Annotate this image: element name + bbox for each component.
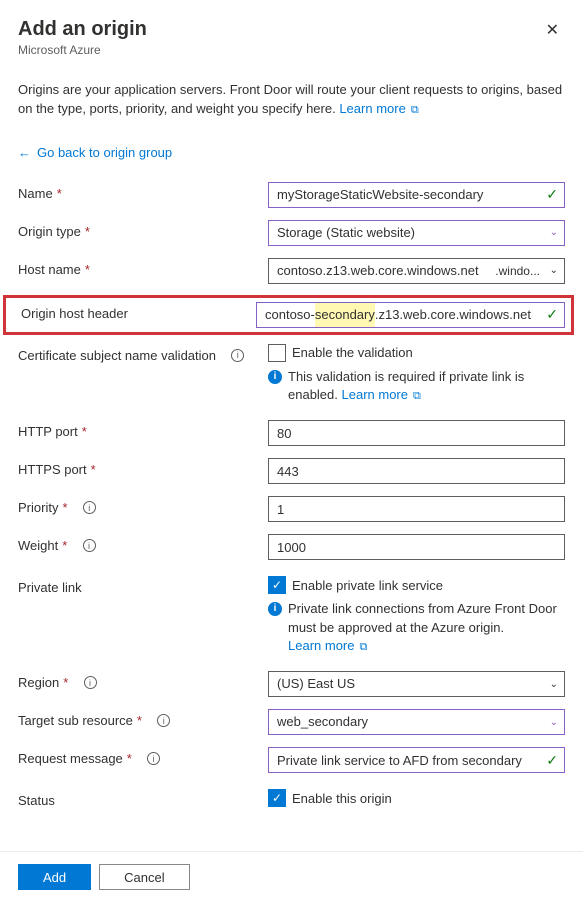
weight-label: Weight bbox=[18, 538, 58, 553]
close-icon[interactable]: ✕ bbox=[540, 18, 565, 42]
description-text: Origins are your application servers. Fr… bbox=[18, 81, 565, 119]
info-icon[interactable]: i bbox=[157, 714, 170, 727]
origin-type-label: Origin type bbox=[18, 224, 81, 239]
enable-private-link-label: Enable private link service bbox=[292, 578, 443, 593]
name-label: Name bbox=[18, 186, 53, 201]
learn-more-link[interactable]: Learn more ⧉ bbox=[339, 101, 418, 116]
arrow-left-icon: ← bbox=[18, 145, 31, 160]
cancel-button[interactable]: Cancel bbox=[99, 864, 189, 890]
origin-type-select[interactable]: Storage (Static website) ⌄ bbox=[268, 220, 565, 246]
enable-origin-label: Enable this origin bbox=[292, 791, 392, 806]
origin-host-header-label: Origin host header bbox=[21, 306, 128, 321]
info-badge-icon: i bbox=[268, 370, 282, 384]
origin-host-header-input[interactable]: contoso-secondary.z13.web.core.windows.n… bbox=[256, 302, 565, 328]
enable-validation-checkbox[interactable] bbox=[268, 344, 286, 362]
request-msg-input[interactable]: ✓ bbox=[268, 747, 565, 773]
weight-input[interactable] bbox=[268, 534, 565, 560]
name-input[interactable]: ✓ bbox=[268, 182, 565, 208]
http-port-input[interactable] bbox=[268, 420, 565, 446]
external-link-icon: ⧉ bbox=[356, 641, 367, 653]
host-name-select[interactable]: contoso.z13.web.core.windows.net .windo.… bbox=[268, 258, 565, 284]
info-icon[interactable]: i bbox=[83, 539, 96, 552]
private-link-helper-text: Private link connections from Azure Fron… bbox=[288, 601, 557, 634]
panel-subtitle: Microsoft Azure bbox=[18, 43, 147, 57]
enable-origin-checkbox[interactable]: ✓ bbox=[268, 789, 286, 807]
request-msg-label: Request message bbox=[18, 751, 123, 766]
enable-validation-label: Enable the validation bbox=[292, 345, 413, 360]
priority-label: Priority bbox=[18, 500, 58, 515]
http-port-label: HTTP port bbox=[18, 424, 78, 439]
cert-validation-label: Certificate subject name validation bbox=[18, 348, 216, 363]
private-link-label: Private link bbox=[18, 580, 82, 595]
external-link-icon: ⧉ bbox=[408, 104, 419, 116]
info-icon[interactable]: i bbox=[83, 501, 96, 514]
info-icon[interactable]: i bbox=[84, 676, 97, 689]
back-to-origin-group-link[interactable]: ← Go back to origin group bbox=[18, 145, 565, 160]
validation-learn-more-link[interactable]: Learn more ⧉ bbox=[342, 387, 421, 402]
target-sub-label: Target sub resource bbox=[18, 713, 133, 728]
private-link-learn-more-link[interactable]: Learn more ⧉ bbox=[288, 638, 367, 653]
host-name-label: Host name bbox=[18, 262, 81, 277]
info-badge-icon: i bbox=[268, 602, 282, 616]
add-button[interactable]: Add bbox=[18, 864, 91, 890]
https-port-input[interactable] bbox=[268, 458, 565, 484]
info-icon[interactable]: i bbox=[231, 349, 244, 362]
info-icon[interactable]: i bbox=[147, 752, 160, 765]
panel-title: Add an origin bbox=[18, 18, 147, 41]
region-select[interactable]: (US) East US⌄ bbox=[268, 671, 565, 697]
origin-host-header-highlight: Origin host header contoso-secondary.z13… bbox=[3, 295, 574, 335]
https-port-label: HTTPS port bbox=[18, 462, 87, 477]
enable-private-link-checkbox[interactable]: ✓ bbox=[268, 576, 286, 594]
priority-input[interactable] bbox=[268, 496, 565, 522]
host-overlay-text: .windo... bbox=[493, 264, 542, 278]
region-label: Region bbox=[18, 675, 59, 690]
external-link-icon: ⧉ bbox=[410, 390, 421, 402]
status-label: Status bbox=[18, 793, 55, 808]
target-sub-select[interactable]: web_secondary⌄ bbox=[268, 709, 565, 735]
